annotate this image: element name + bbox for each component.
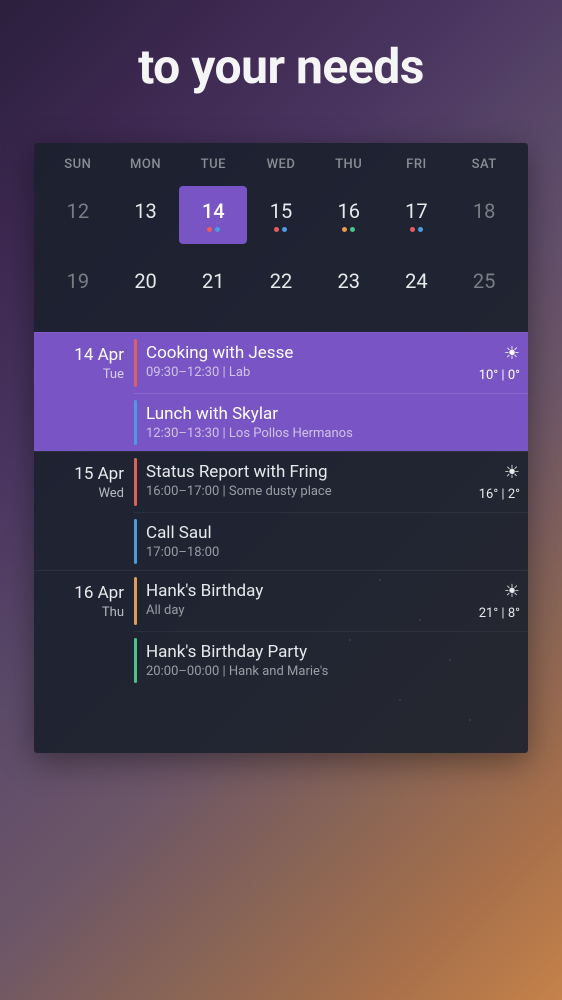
weather-info: ☀ 21° | 8° [460,581,520,621]
event-title: Hank's Birthday [146,581,460,601]
calendar-day-selected[interactable]: 14 [179,186,247,244]
calendar-day[interactable]: 15 [247,186,315,244]
event-accent-bar [134,519,137,564]
event-meta: 20:00–00:00 | Hank and Marie's [146,664,520,679]
agenda-events-column: Status Report with Fring 16:00–17:00 | So… [134,452,528,570]
calendar-day[interactable]: 12 [44,186,112,244]
calendar-day[interactable]: 24 [383,256,451,314]
calendar-day[interactable]: 25 [450,256,518,314]
event-meta: 16:00–17:00 | Some dusty place [146,484,460,499]
sun-icon: ☀ [468,343,520,364]
calendar-day[interactable]: 23 [315,256,383,314]
event-accent-bar [134,339,137,387]
agenda-event[interactable]: Call Saul 17:00–18:00 [134,512,528,570]
event-dot [350,227,355,232]
event-title: Hank's Birthday Party [146,642,520,662]
event-indicator-dots [342,227,355,232]
calendar-day[interactable]: 22 [247,256,315,314]
agenda-events-column: Cooking with Jesse 09:30–12:30 | Lab ☀ 10° … [134,333,528,451]
weather-temperature: 16° | 2° [468,487,520,502]
event-meta: All day [146,603,460,618]
sun-icon: ☀ [468,462,520,483]
event-meta: 12:30–13:30 | Los Pollos Hermanos [146,426,520,441]
event-title: Call Saul [146,523,520,543]
event-accent-bar [134,400,137,445]
calendar-day[interactable]: 13 [112,186,180,244]
calendar-day-number: 25 [473,269,495,293]
event-meta: 09:30–12:30 | Lab [146,365,460,380]
event-indicator-dots [410,227,423,232]
calendar-day-number: 24 [405,269,427,293]
calendar-day[interactable]: 16 [315,186,383,244]
calendar-day-number: 18 [473,199,495,223]
calendar-day-number: 15 [270,199,292,223]
event-dot [207,227,212,232]
event-title: Lunch with Skylar [146,404,520,424]
event-indicator-dots [207,227,220,232]
agenda-event[interactable]: Hank's Birthday All day ☀ 21° | 8° [134,571,528,631]
calendar-day-number: 12 [67,199,89,223]
calendar-day-number: 14 [202,199,225,223]
calendar-day-number: 23 [337,269,359,293]
event-dot [410,227,415,232]
weather-temperature: 21° | 8° [468,606,520,621]
calendar-day-number: 16 [337,199,359,223]
agenda-event[interactable]: Status Report with Fring 16:00–17:00 | So… [134,452,528,512]
calendar-day[interactable]: 17 [383,186,451,244]
calendar-day[interactable]: 21 [179,256,247,314]
agenda-event[interactable]: Lunch with Skylar 12:30–13:30 | Los Pollo… [134,393,528,451]
event-title: Status Report with Fring [146,462,460,482]
event-title: Cooking with Jesse [146,343,460,363]
event-dot [282,227,287,232]
event-accent-bar [134,577,137,625]
event-accent-bar [134,458,137,506]
event-indicator-dots [274,227,287,232]
event-dot [274,227,279,232]
calendar-day-number: 20 [134,269,156,293]
calendar-day-number: 22 [270,269,292,293]
calendar-day-number: 17 [405,199,427,223]
calendar-day-number: 19 [67,269,89,293]
event-meta: 17:00–18:00 [146,545,520,560]
weather-info: ☀ 16° | 2° [460,462,520,502]
agenda-event[interactable]: Hank's Birthday Party 20:00–00:00 | Hank … [134,631,528,689]
event-dot [215,227,220,232]
weather-info: ☀ 10° | 0° [460,343,520,383]
event-accent-bar [134,638,137,683]
event-dot [342,227,347,232]
sun-icon: ☀ [468,581,520,602]
calendar-day[interactable]: 19 [44,256,112,314]
agenda-event[interactable]: Cooking with Jesse 09:30–12:30 | Lab ☀ 10° … [134,333,528,393]
event-dot [418,227,423,232]
weather-temperature: 10° | 0° [468,368,520,383]
calendar-day-number: 13 [134,199,156,223]
agenda-events-column: Hank's BirthdayAll day☀21° | 8°Hank's Bi… [134,571,528,689]
calendar-day[interactable]: 18 [450,186,518,244]
calendar-day-number: 21 [202,269,224,293]
calendar-day[interactable]: 20 [112,256,180,314]
